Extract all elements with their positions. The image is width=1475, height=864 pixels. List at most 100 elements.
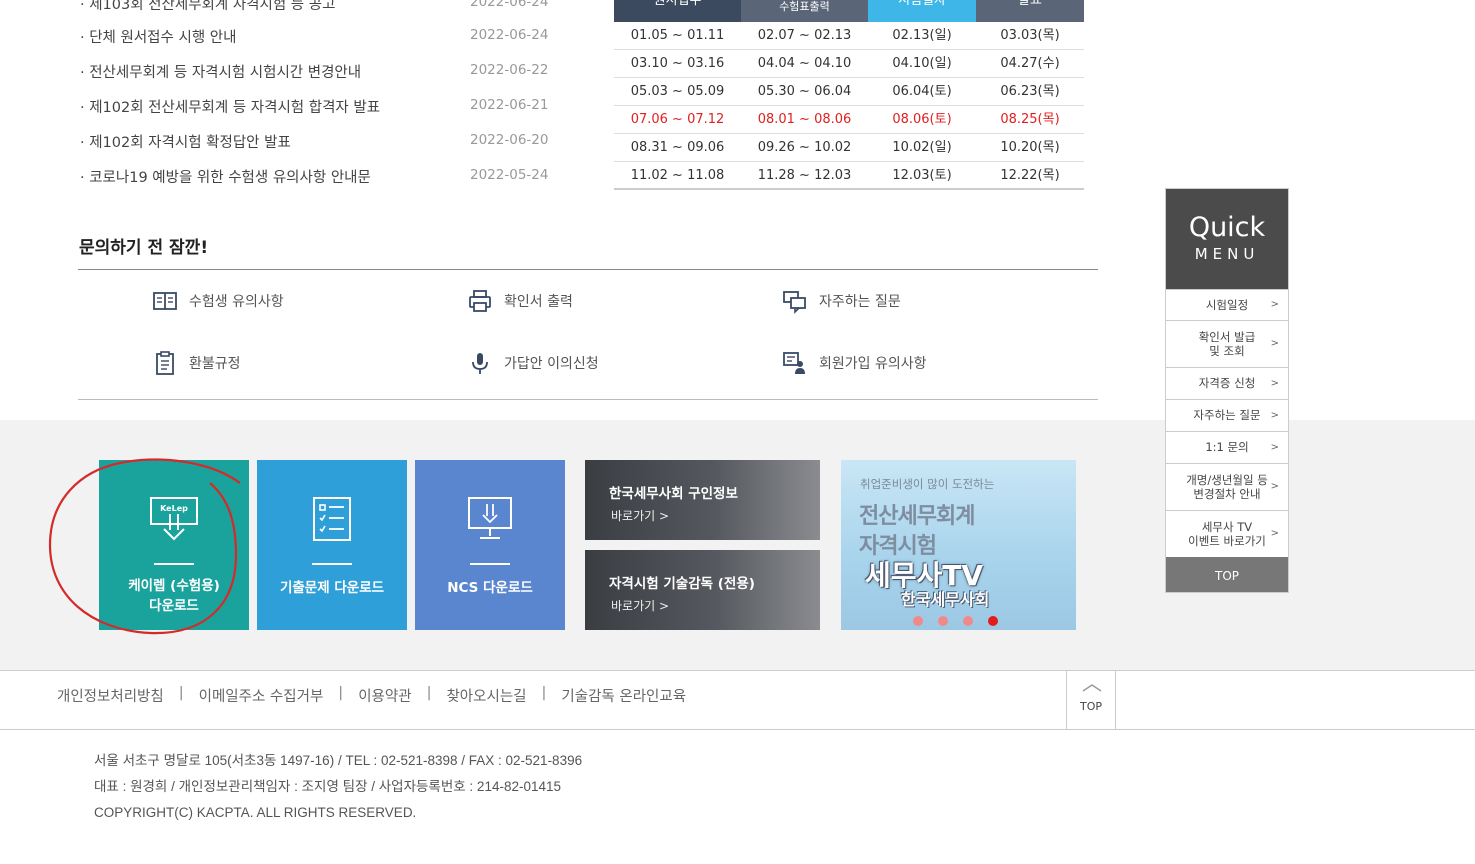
table-cell: 08.01 ~ 08.06 — [757, 112, 852, 127]
footer-link-online-education[interactable]: 기술감독 온라인교육 — [561, 685, 686, 706]
table-cell: 03.10 ~ 03.16 — [630, 56, 725, 71]
chat-icon — [783, 291, 806, 314]
quick-item-label: 시험일정 — [1205, 298, 1249, 312]
quick-item-faq[interactable]: 자주하는 질문 > — [1166, 399, 1288, 431]
footer-link-terms[interactable]: 이용약관 — [358, 685, 411, 706]
inquiry-label: 수험생 유의사항 — [189, 294, 284, 310]
slider-dot[interactable] — [963, 616, 973, 626]
inquiry-item-print[interactable]: 확인서 출력 — [467, 288, 573, 314]
table-row: 07.06 ~ 07.12 08.01 ~ 08.06 08.06(토) 08.25(… — [614, 106, 1084, 134]
table-cell: 09.26 ~ 10.02 — [757, 140, 852, 155]
banner-title: 한국세무사회 구인정보 — [609, 486, 738, 502]
quick-item-certificate[interactable]: 확인서 발급 및 조회 > — [1166, 320, 1288, 367]
tile-divider — [154, 563, 194, 565]
table-cell: 12.22(목) — [1000, 168, 1060, 183]
table-cell: 06.23(목) — [1000, 84, 1060, 99]
tile-label: NCS 다운로드 — [447, 580, 533, 596]
footer-link-email-refuse[interactable]: 이메일주소 수집거부 — [199, 685, 324, 706]
kelep-download-tile[interactable]: KeLep 케이렙 (수험용) 다운로드 — [99, 460, 249, 630]
notice-title[interactable]: · 단체 원서접수 시행 안내 — [80, 26, 236, 47]
banner-link[interactable]: 바로가기 > — [611, 507, 669, 524]
notice-date: 2022-06-22 — [470, 62, 549, 78]
job-info-banner[interactable]: 한국세무사회 구인정보 바로가기 > — [585, 460, 820, 540]
notice-title[interactable]: · 제102회 자격시험 확정답안 발표 — [80, 131, 291, 152]
table-cell: 02.13(일) — [892, 28, 952, 43]
member-icon — [783, 352, 805, 374]
footer-divider — [0, 670, 1475, 671]
kelep-icon-text: KeLep — [160, 504, 188, 513]
tile-divider — [470, 563, 510, 565]
table-cell: 01.05 ~ 01.11 — [630, 28, 725, 43]
technical-supervision-banner[interactable]: 자격시험 기술감독 (전용) 바로가기 > — [585, 550, 820, 630]
notice-title[interactable]: · 제103회 전산세무회계 자격시험 등 공고 — [80, 0, 335, 14]
footer-divider — [0, 729, 1475, 730]
footer-link-directions[interactable]: 찾아오시는길 — [446, 685, 526, 706]
chevron-right-icon: > — [1270, 338, 1279, 349]
promo-slider[interactable]: 취업준비생이 많이 도전하는 전산세무회계 자격시험 세무사TV 한국세무사회 — [841, 460, 1076, 630]
notice-item[interactable]: · 단체 원서접수 시행 안내 2022-06-24 — [80, 26, 550, 46]
header-exam-date: 시험일자 — [868, 0, 976, 22]
quick-item-tv-event[interactable]: 세무사 TV 이벤트 바로가기 > — [1166, 510, 1288, 557]
table-cell: 04.04 ~ 04.10 — [757, 56, 852, 71]
inquiry-label: 확인서 출력 — [504, 294, 573, 310]
inquiry-item-notice[interactable]: 수험생 유의사항 — [152, 288, 284, 314]
inquiry-label: 자주하는 질문 — [819, 294, 901, 310]
inquiry-item-faq[interactable]: 자주하는 질문 — [782, 288, 901, 314]
banner-link[interactable]: 바로가기 > — [611, 597, 669, 614]
table-header: 원서접수 수험표출력 시험일자 발표 — [614, 0, 1084, 22]
past-exam-download-tile[interactable]: 기출문제 다운로드 — [257, 460, 407, 630]
tile-label-line1: 케이렙 (수험용) — [128, 578, 220, 594]
footer-copyright: COPYRIGHT(C) KACPTA. ALL RIGHTS RESERVED… — [94, 805, 417, 820]
quick-item-name-change[interactable]: 개명/생년월일 등 변경절차 안내 > — [1166, 463, 1288, 510]
chevron-right-icon: > — [1270, 481, 1279, 492]
table-cell: 08.06(토) — [892, 112, 952, 127]
clipboard-icon — [156, 351, 174, 375]
inquiry-label: 회원가입 유의사항 — [819, 356, 927, 372]
notice-item[interactable]: · 제103회 전산세무회계 자격시험 등 공고 2022-06-24 — [80, 0, 550, 13]
chevron-right-icon: > — [1270, 528, 1279, 539]
table-row: 08.31 ~ 09.06 09.26 ~ 10.02 10.02(일) 10.20(… — [614, 134, 1084, 162]
footer-link-privacy[interactable]: 개인정보처리방침 — [57, 685, 164, 706]
quick-item-inquiry[interactable]: 1:1 문의 > — [1166, 431, 1288, 463]
quick-item-schedule[interactable]: 시험일정 > — [1166, 289, 1288, 320]
header-result: 발표 — [976, 0, 1084, 22]
slider-dot-active[interactable] — [988, 616, 998, 626]
document-list-icon — [313, 497, 351, 541]
notice-title[interactable]: · 제102회 전산세무회계 등 자격시험 합격자 발표 — [80, 96, 380, 117]
table-row: 01.05 ~ 01.11 02.07 ~ 02.13 02.13(일) 03.03(… — [614, 22, 1084, 50]
slider-dot[interactable] — [938, 616, 948, 626]
quick-menu: Quick MENU 시험일정 > 확인서 발급 및 조회 > 자격증 신청 >… — [1165, 188, 1289, 593]
microphone-icon — [472, 353, 488, 374]
notice-item[interactable]: · 제102회 전산세무회계 등 자격시험 합격자 발표 2022-06-21 — [80, 96, 550, 116]
notice-item[interactable]: · 제102회 자격시험 확정답안 발표 2022-06-20 — [80, 131, 550, 151]
chevron-right-icon: > — [1270, 299, 1279, 310]
promo-org: 한국세무사회 — [901, 590, 990, 609]
table-cell: 03.03(목) — [1000, 28, 1060, 43]
quick-menu-title: Quick — [1188, 212, 1266, 243]
notice-item[interactable]: · 전산세무회계 등 자격시험 시험시간 변경안내 2022-06-22 — [80, 61, 550, 81]
notice-date: 2022-06-20 — [470, 132, 549, 148]
table-cell: 11.02 ~ 11.08 — [630, 168, 725, 183]
notice-title[interactable]: · 코로나19 예방을 위한 수험생 유의사항 안내문 — [80, 166, 371, 187]
notice-title[interactable]: · 전산세무회계 등 자격시험 시험시간 변경안내 — [80, 61, 361, 82]
slider-dot[interactable] — [913, 616, 923, 626]
table-cell: 04.27(수) — [1000, 56, 1060, 71]
footer-top-button[interactable]: TOP — [1066, 671, 1116, 729]
promo-title: 전산세무회계 자격시험 — [859, 502, 975, 562]
footer-separator: | — [541, 685, 547, 701]
header-application: 원서접수 — [614, 0, 741, 22]
quick-menu-subtitle: MENU — [1194, 245, 1260, 263]
footer-separator: | — [178, 685, 184, 701]
notice-item[interactable]: · 코로나19 예방을 위한 수험생 유의사항 안내문 2022-05-24 — [80, 166, 550, 186]
inquiry-box: 수험생 유의사항 확인서 출력 자주하는 질문 환불규정 가답안 이의신청 회원… — [78, 269, 1098, 400]
quick-menu-header: Quick MENU — [1166, 189, 1288, 289]
inquiry-item-member[interactable]: 회원가입 유의사항 — [782, 350, 927, 376]
inquiry-item-refund[interactable]: 환불규정 — [152, 350, 241, 376]
printer-icon — [469, 290, 491, 312]
quick-top-button[interactable]: TOP — [1166, 557, 1288, 592]
inquiry-item-objection[interactable]: 가답안 이의신청 — [467, 350, 599, 376]
quick-item-label: 1:1 문의 — [1205, 440, 1249, 454]
ncs-download-tile[interactable]: NCS 다운로드 — [415, 460, 565, 630]
quick-item-license-apply[interactable]: 자격증 신청 > — [1166, 367, 1288, 399]
table-cell: 07.06 ~ 07.12 — [630, 112, 725, 127]
